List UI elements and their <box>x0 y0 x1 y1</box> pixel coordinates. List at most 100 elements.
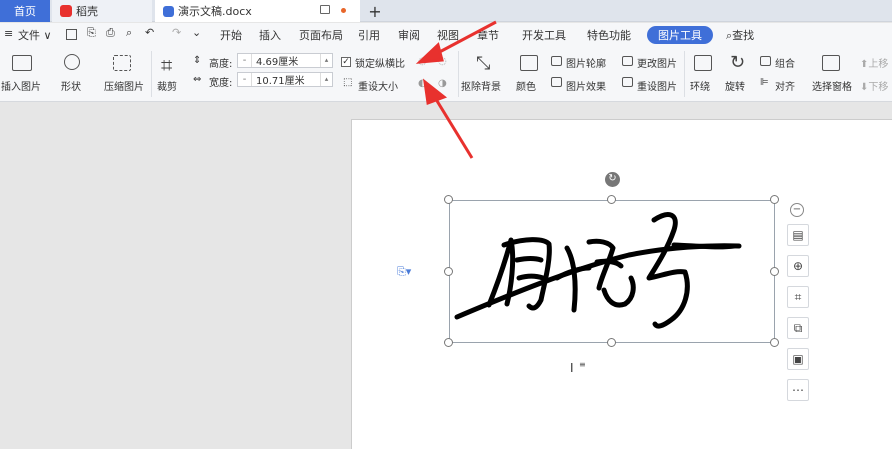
new-tab-button[interactable]: + <box>362 0 388 22</box>
print-preview-icon[interactable]: ⌕ <box>126 26 132 40</box>
collapse-toolbar-icon[interactable]: − <box>790 203 804 217</box>
picture-effect-button[interactable]: 图片效果 <box>566 78 606 93</box>
search-button[interactable]: ⌕查找 <box>726 27 754 43</box>
height-value: 4.69厘米 <box>256 57 299 68</box>
resize-handle-left[interactable] <box>444 267 453 276</box>
menu-bar: ≡ 文件 ∨ ⎘ ⎙ ⌕ ↶ ↷ ⌄ 开始 插入 页面布局 引用 审阅 视图 章… <box>0 23 892 47</box>
height-spinner[interactable]: ▴ <box>320 54 332 67</box>
print-icon[interactable]: ⎙ <box>106 26 115 40</box>
tab-docer[interactable]: 稻壳 <box>52 0 152 22</box>
image-swap-icon: ⧉ <box>793 320 803 335</box>
menu-page-layout[interactable]: 页面布局 <box>299 27 343 43</box>
ribbon-divider <box>458 51 459 97</box>
align-button[interactable]: 对齐 <box>775 78 795 93</box>
height-label: 高度: <box>209 59 233 70</box>
selection-pane-label: 选择窗格 <box>812 82 852 93</box>
height-field[interactable]: - 4.69厘米 ▴ <box>237 53 333 68</box>
more-icon: ⋯ <box>792 383 804 397</box>
docer-logo-icon <box>60 5 72 17</box>
crop-icon: ⌗ <box>161 53 173 77</box>
zoom-icon: ⊕ <box>792 259 804 273</box>
resize-handle-bottom-left[interactable] <box>444 338 453 347</box>
image-edit-button[interactable]: ▣ <box>787 348 809 370</box>
compress-icon <box>113 55 131 71</box>
undo-icon[interactable]: ↶ <box>145 26 154 39</box>
lock-ratio-checkbox[interactable]: ✓ <box>341 57 351 67</box>
crop-tool-icon: ⌗ <box>794 289 802 304</box>
reset-size-button[interactable]: 重设大小 <box>358 78 398 93</box>
crop-tool-button[interactable]: ⌗ <box>787 286 809 308</box>
hamburger-icon[interactable]: ≡ <box>4 27 13 40</box>
more-options-button[interactable]: ⋯ <box>787 379 809 401</box>
change-picture-button[interactable]: 更改图片 <box>637 55 677 70</box>
image-swap-button[interactable]: ⧉ <box>787 317 809 339</box>
menu-references[interactable]: 引用 <box>358 27 380 43</box>
rotate-right-icon[interactable]: ◌ <box>438 56 447 67</box>
rotation-handle-icon[interactable]: ↻ <box>605 172 620 187</box>
reset-picture-button[interactable]: 重设图片 <box>637 78 677 93</box>
resize-handle-top-right[interactable] <box>770 195 779 204</box>
change-picture-icon <box>622 56 633 66</box>
paragraph-layout-icon[interactable]: ⎘▾ <box>397 265 411 279</box>
tab-document[interactable]: 演示文稿.docx <box>155 0 360 22</box>
width-label: 宽度: <box>209 78 233 89</box>
picture-effect-icon <box>551 77 562 87</box>
menu-insert[interactable]: 插入 <box>259 27 281 43</box>
tab-docer-label: 稻壳 <box>76 5 98 18</box>
send-backward-button[interactable]: ⬇下移 <box>860 78 888 93</box>
width-value: 10.71厘米 <box>256 76 305 87</box>
menu-file[interactable]: 文件 ∨ <box>18 27 52 43</box>
rotate-icon: ↻ <box>730 52 746 73</box>
menu-start[interactable]: 开始 <box>220 27 242 43</box>
resize-handle-bottom-right[interactable] <box>770 338 779 347</box>
remove-background-label: 抠除背景 <box>461 82 501 93</box>
monitor-icon[interactable] <box>320 5 330 14</box>
paragraph-mark-icon: ≡ <box>579 360 586 369</box>
reset-size-icon: ⬚ <box>343 77 353 88</box>
resize-handle-bottom[interactable] <box>607 338 616 347</box>
width-decrement[interactable]: - <box>238 73 252 86</box>
menu-picture-tools[interactable]: 图片工具 <box>647 26 713 44</box>
crop-label: 裁剪 <box>157 82 177 93</box>
menu-view[interactable]: 视图 <box>437 27 459 43</box>
menu-section[interactable]: 章节 <box>477 27 499 43</box>
resize-handle-top[interactable] <box>607 195 616 204</box>
align-icon: ⊫ <box>760 77 769 88</box>
customize-chevron-icon[interactable]: ⌄ <box>192 26 201 39</box>
tab-home[interactable]: 首页 <box>0 0 50 22</box>
flip-vertical-icon[interactable]: ◑ <box>438 78 447 89</box>
rotate-left-icon[interactable]: ◌ <box>418 56 427 67</box>
redo-icon[interactable]: ↷ <box>172 26 181 39</box>
menu-review[interactable]: 审阅 <box>398 27 420 43</box>
menu-developer[interactable]: 开发工具 <box>522 27 566 43</box>
ribbon-divider <box>684 51 685 97</box>
height-decrement[interactable]: - <box>238 54 252 67</box>
group-button[interactable]: 组合 <box>775 55 795 70</box>
width-icon: ⇔ <box>193 74 202 85</box>
picture-outline-button[interactable]: 图片轮廓 <box>566 55 606 70</box>
zoom-button[interactable]: ⊕ <box>787 255 809 277</box>
flip-horizontal-icon[interactable]: ◐ <box>418 78 427 89</box>
wrap-label: 环绕 <box>690 82 710 93</box>
width-spinner[interactable]: ▴ <box>320 73 332 86</box>
save-icon[interactable] <box>66 29 77 40</box>
tab-bar: 首页 稻壳 演示文稿.docx + <box>0 0 892 22</box>
tab-document-label: 演示文稿.docx <box>178 5 252 18</box>
layout-options-button[interactable]: ▤ <box>787 224 809 246</box>
resize-handle-top-left[interactable] <box>444 195 453 204</box>
search-label: 查找 <box>732 29 755 42</box>
reset-picture-icon <box>622 77 633 87</box>
color-icon <box>520 55 538 71</box>
shape-label: 形状 <box>61 82 81 93</box>
ribbon: 插入图片 形状 压缩图片 ⌗ 裁剪 ⇕ 高度: - 4.69厘米 ▴ ⇔ 宽度:… <box>0 47 892 102</box>
text-cursor-icon: I <box>570 361 574 375</box>
compress-label: 压缩图片 <box>104 82 144 93</box>
resize-handle-right[interactable] <box>770 267 779 276</box>
tab-home-label: 首页 <box>14 5 36 18</box>
width-field[interactable]: - 10.71厘米 ▴ <box>237 72 333 87</box>
menu-features[interactable]: 特色功能 <box>587 27 631 43</box>
bring-forward-button[interactable]: ⬆上移 <box>860 55 888 70</box>
picture-outline-icon <box>551 56 562 66</box>
format-painter-icon[interactable]: ⎘ <box>87 26 96 40</box>
group-icon <box>760 56 771 66</box>
